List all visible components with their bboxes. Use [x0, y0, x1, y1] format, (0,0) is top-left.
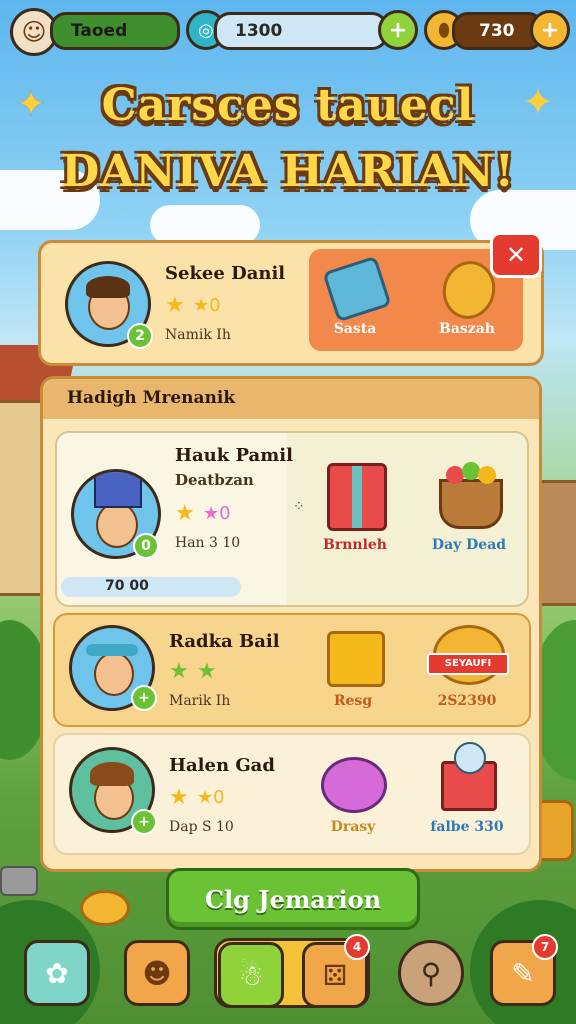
mission-card[interactable]: + Halen Gad ★ ★0 Dap S 10 Drasy falbe 33… — [53, 733, 531, 855]
star-icon: ★ — [197, 659, 217, 684]
star-icon: ★ — [175, 501, 195, 526]
level-badge: + — [131, 685, 157, 711]
featured-sub: Namik Ih — [165, 327, 231, 343]
potion-icon — [321, 757, 387, 813]
level-badge: + — [131, 809, 157, 835]
mission-meta: Dap S 10 — [169, 819, 234, 835]
title-line-1: Carsces tauecl — [101, 80, 475, 131]
star-icon: ★ — [169, 785, 189, 810]
level-badge: 2 — [127, 323, 153, 349]
gift-icon — [327, 463, 387, 531]
reward-label: Baszah — [439, 321, 495, 337]
player-name-pill: Taoed — [50, 12, 180, 50]
character-icon: ☃ — [238, 958, 264, 992]
crystal-icon — [322, 255, 392, 323]
mission-name: Halen Gad — [169, 755, 275, 776]
star-icon: ★ — [169, 659, 189, 684]
reward-banner: SEYAUFI — [427, 653, 509, 675]
mission-meta: Han 3 10 — [175, 535, 241, 551]
title-line-2: DANIVA HARIAN! — [61, 146, 515, 197]
reward-label: Day Dead — [431, 537, 507, 553]
search-icon: ⚲ — [420, 956, 442, 990]
nav-search-button[interactable]: ⚲ — [398, 940, 464, 1006]
reward-label: falbe 330 — [430, 819, 504, 835]
gems-pill: 1300 — [214, 12, 388, 50]
notification-badge: 7 — [532, 934, 558, 960]
dice-icon: ⚄ — [322, 958, 348, 992]
fruit-basket-icon — [439, 462, 503, 529]
mission-meta: Marik Ih — [169, 693, 231, 709]
progress-bar — [61, 577, 241, 597]
face-icon: ☻ — [142, 956, 172, 990]
nav-home-button[interactable]: ✿ — [24, 940, 90, 1006]
nav-character-button[interactable]: ☃ — [218, 942, 284, 1008]
star-icon: ★ — [165, 293, 185, 318]
reward-label: Drasy — [330, 819, 376, 835]
reward-label: Sasta — [333, 321, 377, 337]
add-gems-button[interactable]: + — [378, 10, 418, 50]
star-home-icon: ✿ — [45, 956, 69, 990]
toy-box-icon — [441, 742, 497, 811]
mission-card[interactable]: 0 Hauk Pamil Deatbzan ★ ★0 Han 3 10 70 0… — [55, 431, 529, 607]
dots-icon: ⁘ — [293, 499, 305, 515]
level-badge: 0 — [133, 533, 159, 559]
gems-value: 1300 — [235, 21, 283, 41]
mission-card[interactable]: + Radka Bail ★ ★ Marik Ih Resg SEYAUFI 2… — [53, 613, 531, 727]
nav-profile-button[interactable]: ☻ — [124, 940, 190, 1006]
claim-button-label: Clg Jemarion — [204, 884, 382, 914]
featured-name: Sekee Danil — [165, 263, 286, 284]
reward-label: 2S2390 — [437, 693, 497, 709]
reward-label: Resg — [333, 693, 373, 709]
player-name: Taoed — [71, 21, 128, 41]
star-icon: ★0 — [193, 295, 221, 316]
add-gold-button[interactable]: + — [530, 10, 570, 50]
mission-subtitle: Deatbzan — [175, 471, 254, 489]
star-icon: ★0 — [203, 503, 231, 524]
gold-value: 730 — [479, 21, 515, 41]
missions-panel: Hadigh Mrenanik 0 Hauk Pamil Deatbzan ★ … — [40, 376, 542, 872]
progress-text: 70 00 — [105, 578, 149, 594]
close-button[interactable]: ✕ — [490, 232, 542, 278]
claim-button[interactable]: Clg Jemarion — [166, 868, 420, 930]
rock-decoration — [0, 866, 38, 896]
cloud — [150, 205, 260, 245]
reward-label: Brnnleh — [323, 537, 387, 553]
coin-decoration — [80, 890, 130, 926]
featured-card[interactable]: 2 Sekee Danil ★ ★0 Namik Ih Sasta Baszah — [38, 240, 544, 366]
chest-icon — [327, 631, 385, 687]
notification-badge: 4 — [344, 934, 370, 960]
chat-icon: ✎ — [511, 956, 535, 990]
star-icon: ★0 — [197, 787, 225, 808]
mission-name: Radka Bail — [169, 631, 280, 652]
mission-name: Hauk Pamil — [175, 445, 293, 466]
panel-title: Hadigh Mrenanik — [67, 388, 236, 408]
